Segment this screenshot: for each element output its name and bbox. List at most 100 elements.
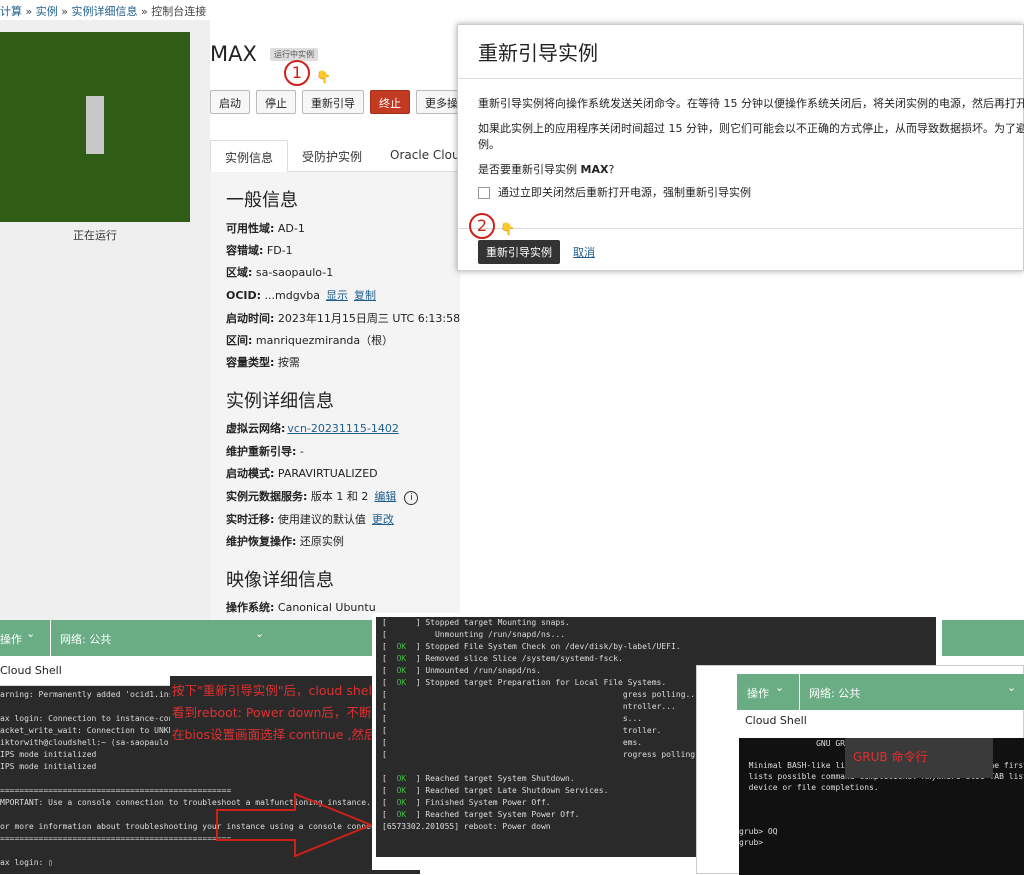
availability-row: 可用性域: AD-1 <box>226 220 305 236</box>
ocid-row: OCID: ...mdgvba 显示 复制 <box>226 287 376 303</box>
network-value: 公共 <box>89 633 112 646</box>
terminal-line: [ OK ] Removed slice Slice /system/syste… <box>382 654 623 663</box>
ocid-label: OCID: <box>226 289 262 302</box>
compartment-row: 区间: manriquezmiranda（根） <box>226 332 393 348</box>
vcn-link[interactable]: vcn-20231115-1402 <box>287 422 398 435</box>
fault-value: FD-1 <box>266 244 293 257</box>
metadata-edit-link[interactable]: 编辑 <box>374 490 396 503</box>
grub-label-box: GRUB 命令行 <box>845 738 993 778</box>
vcn-label: 虚拟云网络: <box>226 422 286 435</box>
cloudshell-title: Cloud Shell <box>0 664 62 677</box>
availability-label: 可用性域: <box>226 222 275 235</box>
vcn-row: 虚拟云网络: vcn-20231115-1402 <box>226 420 399 436</box>
instance-details-heading: 实例详细信息 <box>226 391 334 412</box>
launch-mode-row: 启动模式: PARAVIRTUALIZED <box>226 465 378 481</box>
toolbar-divider <box>799 674 800 710</box>
region-label: 区域: <box>226 266 253 279</box>
fault-label: 容错域: <box>226 244 264 257</box>
reboot-dialog: 重新引导实例 重新引导实例将向操作系统发送关闭命令。在等待 15 分钟以便操作系… <box>457 24 1024 271</box>
dialog-question-pre: 是否要重新引导实例 <box>478 163 581 176</box>
dialog-title: 重新引导实例 <box>478 41 598 65</box>
grub-network-selector[interactable]: 网络: 公共 <box>809 685 860 701</box>
capacity-value: 按需 <box>277 356 300 369</box>
pointing-hand-icon: 👇 <box>500 222 515 236</box>
dialog-question-name: MAX <box>580 163 609 176</box>
dialog-footer-divider <box>458 228 1024 229</box>
recovery-row: 维护恢复操作: 还原实例 <box>226 533 344 549</box>
dialog-question-post: ? <box>608 163 615 176</box>
start-button[interactable]: 启动 <box>210 90 250 114</box>
breadcrumb-compute[interactable]: 计算 <box>0 5 22 18</box>
ocid-value: ...mdgvba <box>264 289 320 302</box>
page-title: MAX <box>210 42 257 66</box>
launched-row: 启动时间: 2023年11月15日周三 UTC 6:13:58 <box>226 310 460 326</box>
breadcrumb-sep: » <box>61 5 68 18</box>
os-value: Canonical Ubuntu <box>277 601 376 614</box>
fault-row: 容错域: FD-1 <box>226 242 293 258</box>
reboot-button[interactable]: 重新引导 <box>302 90 364 114</box>
stop-button[interactable]: 停止 <box>256 90 296 114</box>
ocid-show-link[interactable]: 显示 <box>326 289 348 302</box>
info-icon[interactable]: i <box>404 491 419 505</box>
dialog-paragraph-2: 如果此实例上的应用程序关闭时间超过 15 分钟，则它们可能会以不正确的方式停止，… <box>478 122 1024 135</box>
chevron-down-icon: ⌄ <box>255 627 265 640</box>
metadata-label: 实例元数据服务: <box>226 490 308 503</box>
ocid-copy-link[interactable]: 复制 <box>354 289 376 302</box>
terminal-line: [ ] Stopped target Mounting snaps. <box>382 618 570 627</box>
breadcrumb-sep: » <box>25 5 33 18</box>
breadcrumb-details[interactable]: 实例详细信息 <box>71 5 137 18</box>
terminal-line: [ Unmounting /run/snapd/ns... <box>382 630 566 639</box>
terminate-button[interactable]: 终止 <box>370 90 410 114</box>
arrow-right-icon <box>216 792 374 858</box>
breadcrumb-current: 控制台连接 <box>151 5 207 18</box>
instance-icon <box>86 96 104 154</box>
grub-shell-window: 操作 ⌄ 网络: 公共 ⌄ Cloud Shell GNU GRUB versi… <box>696 665 1024 875</box>
cloudshell-actions-menu[interactable]: 操作 <box>0 631 22 647</box>
chevron-down-icon: ⌄ <box>1007 681 1017 694</box>
dialog-paragraph-2-cont: 例。 <box>478 138 500 151</box>
pointing-hand-icon: 👇 <box>316 70 331 84</box>
tab-instance-info[interactable]: 实例信息 <box>210 140 289 172</box>
step-one-marker: 1 <box>284 60 310 86</box>
chevron-down-icon: ⌄ <box>26 627 36 640</box>
terminal-line: device or file completions. <box>739 783 879 792</box>
confirm-reboot-button[interactable]: 重新引导实例 <box>478 240 560 264</box>
metadata-value: 版本 1 和 2 <box>310 490 369 503</box>
force-reboot-option: 通过立即关闭然后重新打开电源，强制重新引导实例 <box>478 184 751 200</box>
breadcrumb-sep: » <box>140 5 148 18</box>
os-row: 操作系统: Canonical Ubuntu <box>226 599 376 615</box>
grub-shell-toolbar: 操作 ⌄ 网络: 公共 ⌄ <box>737 674 1024 710</box>
region-row: 区域: sa-saopaulo-1 <box>226 264 333 280</box>
network-label: 网络: <box>60 633 86 646</box>
network-label: 网络: <box>809 687 835 700</box>
migrate-row: 实时迁移: 使用建议的默认值 更改 <box>226 511 394 527</box>
compartment-value: manriquezmiranda（根） <box>255 334 394 347</box>
terminal-line: grub> OQ <box>739 827 778 836</box>
migrate-label: 实时迁移: <box>226 513 275 526</box>
recovery-value: 还原实例 <box>299 535 344 548</box>
chevron-down-icon: ⌄ <box>775 681 785 694</box>
compartment-label: 区间: <box>226 334 253 347</box>
cloudshell-toolbar: 操作 ⌄ 网络: 公共 ⌄ <box>0 620 420 656</box>
launch-mode-label: 启动模式: <box>226 467 275 480</box>
launched-label: 启动时间: <box>226 312 275 325</box>
breadcrumb-instances[interactable]: 实例 <box>36 5 58 18</box>
tab-bar: 实例信息 受防护实例 Oracle Clou <box>210 140 470 172</box>
cancel-link[interactable]: 取消 <box>573 244 595 260</box>
terminal-line: grub> <box>739 838 764 847</box>
force-reboot-checkbox[interactable] <box>478 187 490 199</box>
terminal-line: [ OK ] Stopped File System Check on /dev… <box>382 642 681 651</box>
migrate-value: 使用建议的默认值 <box>277 513 366 526</box>
metadata-row: 实例元数据服务: 版本 1 和 2 编辑 i <box>226 488 419 505</box>
tab-protected[interactable]: 受防护实例 <box>288 140 376 171</box>
maint-value: - <box>299 445 304 458</box>
grub-actions-menu[interactable]: 操作 <box>747 685 769 701</box>
image-details-heading: 映像详细信息 <box>226 570 334 591</box>
migrate-change-link[interactable]: 更改 <box>372 513 394 526</box>
network-selector[interactable]: 网络: 公共 <box>60 631 111 647</box>
launched-value: 2023年11月15日周三 UTC 6:13:58 <box>277 312 461 325</box>
capacity-row: 容量类型: 按需 <box>226 354 300 370</box>
